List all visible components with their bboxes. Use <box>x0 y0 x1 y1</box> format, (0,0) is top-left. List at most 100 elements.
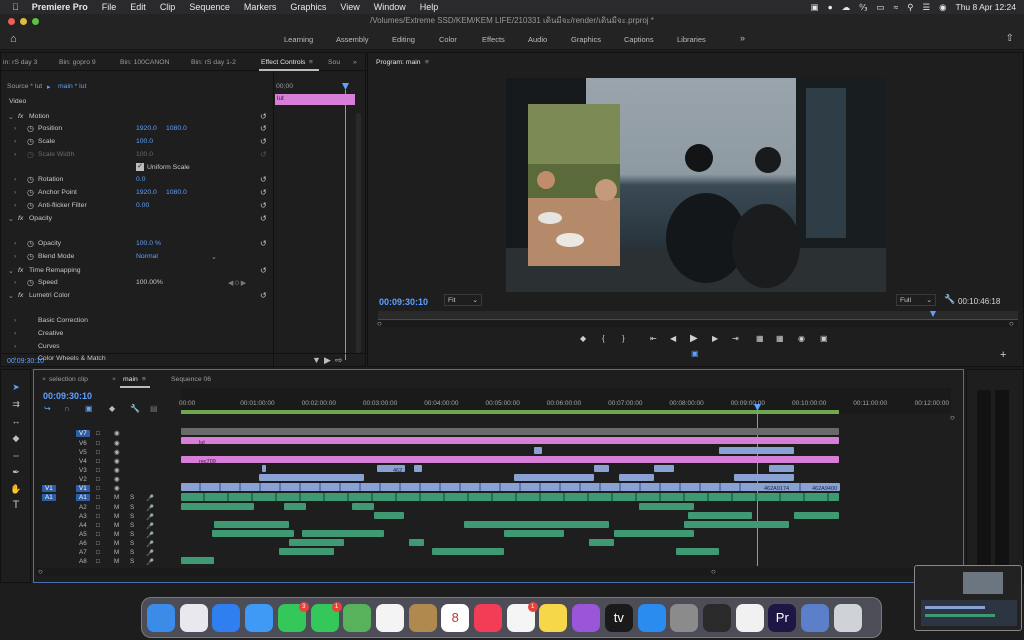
stopwatch-icon[interactable]: ◷ <box>27 278 34 287</box>
audio-clip[interactable] <box>212 530 294 537</box>
microphone-icon[interactable]: 🎤 <box>146 531 154 539</box>
clip-462a9174[interactable]: 462A9174 <box>749 483 799 492</box>
reset-icon[interactable]: ↺ <box>260 150 267 159</box>
mute-button[interactable]: M <box>114 540 119 547</box>
audio-clip[interactable] <box>279 548 334 555</box>
video-clip[interactable] <box>769 465 794 472</box>
trash-icon[interactable] <box>833 604 862 632</box>
fx-icon[interactable]: fx <box>18 292 23 299</box>
video-clip[interactable] <box>719 447 794 454</box>
program-monitor-title[interactable]: Program: main <box>376 59 421 66</box>
launchpad-icon[interactable] <box>179 604 208 632</box>
stopwatch-icon[interactable]: ◷ <box>27 201 34 210</box>
eye-icon[interactable]: ◉ <box>114 476 120 483</box>
audio-clip[interactable] <box>589 539 614 546</box>
eye-icon[interactable]: ◉ <box>114 440 120 447</box>
solo-button[interactable]: S <box>130 504 134 511</box>
siri-icon[interactable]: ◉ <box>939 2 946 13</box>
clock[interactable]: Thu 8 Apr 12:24 <box>956 2 1017 12</box>
track-label-a4[interactable]: A4 <box>76 522 90 529</box>
fit-dropdown[interactable]: Fit ⌄ <box>444 294 482 306</box>
clip-rec709[interactable]: rec709 <box>181 456 839 465</box>
sync-lock-icon[interactable]: □ <box>96 513 100 520</box>
effect-opacity[interactable]: Opacity <box>29 215 52 222</box>
sync-lock-icon[interactable]: □ <box>96 540 100 547</box>
track-label-v7[interactable]: V7 <box>76 430 90 437</box>
track-label-a3[interactable]: A3 <box>76 513 90 520</box>
sync-lock-icon[interactable]: □ <box>96 440 100 447</box>
more-tabs-icon[interactable]: » <box>353 59 357 66</box>
track-label-v1[interactable]: V1 <box>76 485 90 492</box>
finder-icon[interactable] <box>147 604 175 632</box>
solo-button[interactable]: S <box>130 540 134 547</box>
value-anti-flicker-filter[interactable]: 0.00 <box>136 202 149 209</box>
ec-clip-bar[interactable]: lut <box>275 94 355 105</box>
type-tool-icon[interactable]: T <box>10 499 22 511</box>
fx-icon[interactable]: fx <box>18 267 23 274</box>
chevron-right-icon[interactable]: › <box>14 240 16 247</box>
reset-icon[interactable]: ↺ <box>260 214 267 223</box>
comparison-view-icon[interactable]: ▣ <box>820 334 828 343</box>
control-center-icon[interactable]: ☰ <box>922 2 930 13</box>
source-patch-v1[interactable]: V1 <box>42 485 56 492</box>
program-time-ruler[interactable] <box>378 311 1018 319</box>
reset-icon[interactable]: ↺ <box>260 124 267 133</box>
mute-button[interactable]: M <box>114 504 119 511</box>
eye-icon[interactable]: ◉ <box>114 467 120 474</box>
workspace-graphics[interactable]: Graphics <box>571 35 601 44</box>
menu-app-name[interactable]: Premiere Pro <box>25 2 95 12</box>
reset-icon[interactable]: ↺ <box>260 112 267 121</box>
value2-anchor-point[interactable]: 1080.0 <box>166 189 187 196</box>
program-menu-icon[interactable]: ≡ <box>425 59 429 66</box>
workspace-captions[interactable]: Captions <box>624 35 654 44</box>
more-workspaces-icon[interactable]: » <box>740 33 745 43</box>
track-label-v6[interactable]: V6 <box>76 440 90 447</box>
lift-icon[interactable]: ▦ <box>756 334 764 343</box>
step-forward-icon[interactable]: ▶ <box>712 334 718 343</box>
snap-icon[interactable]: ∩ <box>64 404 70 413</box>
screen-record-icon[interactable]: ▣ <box>811 2 819 13</box>
sync-lock-icon[interactable]: □ <box>96 549 100 556</box>
eye-icon[interactable]: ◉ <box>114 485 120 492</box>
filter-icon[interactable]: ▼ <box>312 355 321 365</box>
workspace-effects[interactable]: Effects <box>482 35 505 44</box>
pen-tool-icon[interactable]: ✒ <box>10 467 22 479</box>
battery-icon[interactable]: ▭ <box>877 2 885 13</box>
ec-scrollbar[interactable] <box>356 113 361 353</box>
fx-icon[interactable]: fx <box>18 113 23 120</box>
audio-clip[interactable] <box>432 548 504 555</box>
microphone-icon[interactable]: 🎤 <box>146 540 154 548</box>
v1-clips[interactable] <box>181 483 839 491</box>
menu-help[interactable]: Help <box>413 2 446 12</box>
sync-lock-icon[interactable]: □ <box>96 485 100 492</box>
clip-462a9400[interactable]: 462A9400 <box>802 483 840 492</box>
zoom-window-button[interactable] <box>32 18 39 25</box>
program-zoom-bar[interactable] <box>378 321 1018 327</box>
a1-clips[interactable] <box>181 493 839 501</box>
tab-selection-clip[interactable]: selection clip <box>49 376 88 383</box>
clip-v7[interactable] <box>181 428 839 435</box>
microphone-icon[interactable]: 🎤 <box>146 558 154 566</box>
value-scale-width[interactable]: 100.0 <box>136 151 153 158</box>
captions-icon[interactable]: ▤ <box>150 404 158 413</box>
uniform-scale-checkbox[interactable]: ✓ <box>136 163 144 171</box>
fx-icon[interactable]: fx <box>18 215 23 222</box>
stopwatch-icon[interactable]: ◷ <box>27 137 34 146</box>
ec-current-time[interactable]: 00:09:30:10 <box>7 358 44 365</box>
app-store-icon[interactable] <box>637 604 666 632</box>
solo-button[interactable]: S <box>130 549 134 556</box>
timeline-hscrollbar[interactable] <box>36 568 948 576</box>
timeline-close-icon[interactable]: × <box>42 376 46 383</box>
menu-clip[interactable]: Clip <box>153 2 183 12</box>
value-rotation[interactable]: 0.0 <box>136 176 145 183</box>
hand-tool-icon[interactable]: ✋ <box>10 484 22 496</box>
chevron-right-icon[interactable]: › <box>14 151 16 158</box>
value-scale[interactable]: 100.0 <box>136 138 153 145</box>
menu-sequence[interactable]: Sequence <box>182 2 237 12</box>
video-clip[interactable] <box>262 465 266 472</box>
reset-icon[interactable]: ↺ <box>260 201 267 210</box>
track-label-v5[interactable]: V5 <box>76 449 90 456</box>
video-clip[interactable] <box>594 465 609 472</box>
notes-app-icon[interactable] <box>408 604 437 632</box>
microphone-icon[interactable]: 🎤 <box>146 504 154 512</box>
